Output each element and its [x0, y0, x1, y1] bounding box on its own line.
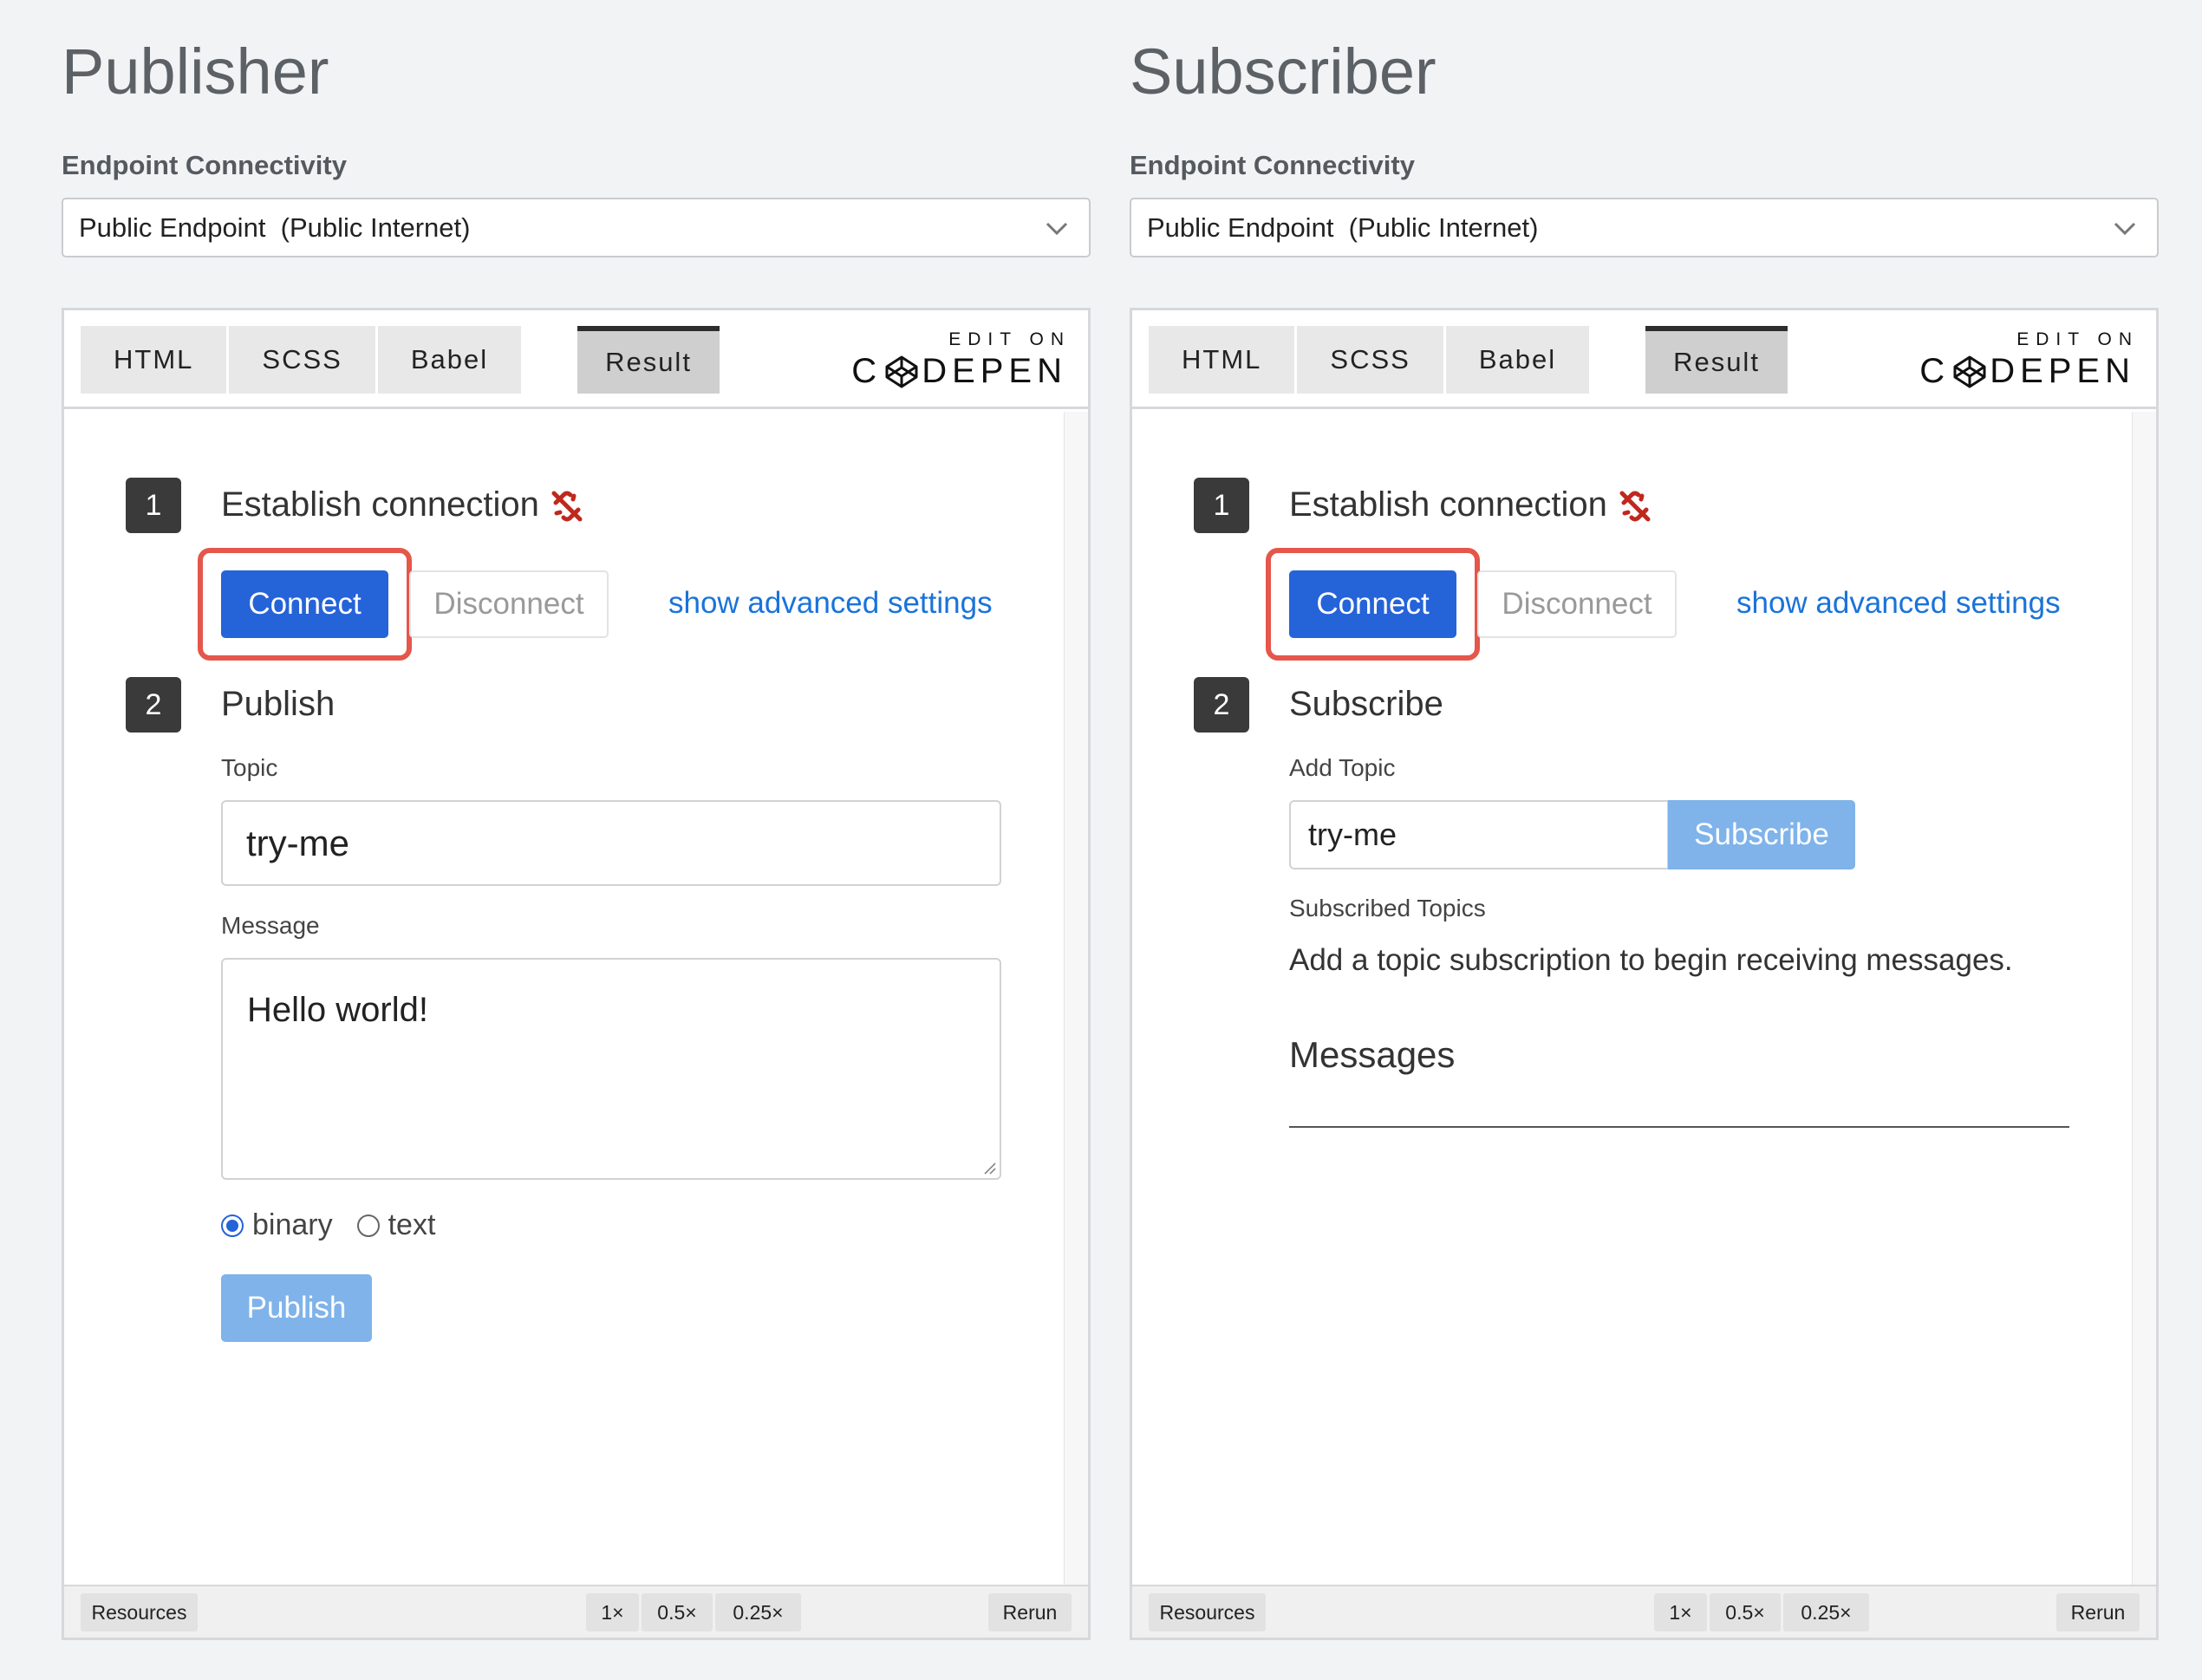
page-title: Subscriber [1130, 36, 1437, 107]
step-badge-1: 1 [1194, 478, 1249, 533]
tab-result[interactable]: Result [577, 326, 720, 394]
scrollbar[interactable] [2132, 412, 2156, 1585]
tab-babel[interactable]: Babel [1445, 326, 1590, 394]
edit-on-label: EDIT ON [2016, 329, 2139, 349]
connect-button[interactable]: Connect [1289, 570, 1456, 638]
codepen-embed: HTML SCSS Babel Result EDIT ON C DEPEN 1… [62, 308, 1091, 1640]
edit-on-label: EDIT ON [948, 329, 1071, 349]
subscribe-button[interactable]: Subscribe [1668, 800, 1855, 869]
tab-html[interactable]: HTML [1149, 326, 1295, 394]
topic-input-value: try-me [246, 822, 349, 863]
chevron-down-icon [1046, 222, 1068, 236]
rerun-button[interactable]: Rerun [988, 1593, 1072, 1631]
page-title: Publisher [62, 36, 329, 107]
step-badge-1: 1 [126, 478, 181, 533]
topic-input[interactable]: try-me [221, 800, 1001, 886]
publish-button[interactable]: Publish [221, 1274, 372, 1342]
zoom-0.25x-button[interactable]: 0.25× [1783, 1593, 1869, 1631]
resources-button[interactable]: Resources [81, 1593, 198, 1631]
zoom-0.25x-button[interactable]: 0.25× [715, 1593, 801, 1631]
scrollbar[interactable] [1064, 412, 1088, 1585]
step-title-establish: Establish connection [1289, 485, 1653, 524]
unlink-icon [1619, 491, 1651, 522]
rerun-button[interactable]: Rerun [2056, 1593, 2140, 1631]
codepen-logo-c: C [1919, 352, 1951, 390]
endpoint-select[interactable]: Public Endpoint (Public Internet) [62, 198, 1091, 257]
message-label: Message [221, 912, 320, 939]
subscribed-topics-label: Subscribed Topics [1289, 895, 1486, 921]
step-title-establish: Establish connection [221, 485, 585, 524]
codepen-footer: Resources 1× 0.5× 0.25× Rerun [1132, 1585, 2156, 1638]
codepen-logo-c: C [851, 352, 883, 390]
step-badge-2: 2 [126, 677, 181, 733]
add-topic-input-value: try-me [1308, 817, 1397, 852]
resources-button[interactable]: Resources [1149, 1593, 1266, 1631]
codepen-footer: Resources 1× 0.5× 0.25× Rerun [64, 1585, 1088, 1638]
show-advanced-settings-link[interactable]: show advanced settings [1736, 586, 2061, 621]
disconnect-button[interactable]: Disconnect [1477, 570, 1677, 638]
endpoint-select-value: Public Endpoint (Public Internet) [79, 212, 471, 243]
radio-text[interactable] [356, 1214, 380, 1237]
codepen-logo-icon [1953, 355, 1986, 387]
endpoint-label: Endpoint Connectivity [62, 150, 347, 180]
step-title-text: Establish connection [221, 485, 539, 524]
radio-text-label: text [388, 1208, 436, 1241]
edit-on-codepen-link[interactable]: EDIT ON C DEPEN [851, 329, 1067, 391]
zoom-0.5x-button[interactable]: 0.5× [1710, 1593, 1781, 1631]
empty-subscriptions-text: Add a topic subscription to begin receiv… [1289, 943, 2013, 977]
radio-binary-label: binary [252, 1208, 333, 1241]
codepen-header: HTML SCSS Babel Result EDIT ON C DEPEN [64, 310, 1088, 409]
format-radio-group: binary text [221, 1208, 435, 1242]
unlink-icon [551, 491, 583, 522]
tab-scss[interactable]: SCSS [229, 326, 375, 394]
zoom-0.5x-button[interactable]: 0.5× [642, 1593, 713, 1631]
messages-heading: Messages [1289, 1034, 1456, 1075]
zoom-1x-button[interactable]: 1× [1654, 1593, 1707, 1631]
endpoint-label: Endpoint Connectivity [1130, 150, 1415, 180]
step-badge-2: 2 [1194, 677, 1249, 733]
disconnect-button[interactable]: Disconnect [409, 570, 609, 638]
tab-babel[interactable]: Babel [377, 326, 522, 394]
zoom-1x-button[interactable]: 1× [586, 1593, 639, 1631]
step-title-publish: Publish [221, 685, 336, 723]
tab-html[interactable]: HTML [81, 326, 227, 394]
message-textarea[interactable]: Hello world! [221, 958, 1001, 1180]
codepen-embed: HTML SCSS Babel Result EDIT ON C DEPEN 1… [1130, 308, 2159, 1640]
codepen-logo-icon [885, 355, 918, 387]
tab-result[interactable]: Result [1645, 326, 1788, 394]
connect-button[interactable]: Connect [221, 570, 388, 638]
endpoint-select[interactable]: Public Endpoint (Public Internet) [1130, 198, 2159, 257]
step-title-text: Establish connection [1289, 485, 1607, 524]
topic-label: Topic [221, 754, 278, 781]
show-advanced-settings-link[interactable]: show advanced settings [668, 586, 993, 621]
codepen-logo-depen: DEPEN [922, 352, 1067, 390]
step-title-subscribe: Subscribe [1289, 685, 1443, 723]
edit-on-codepen-link[interactable]: EDIT ON C DEPEN [1919, 329, 2135, 391]
message-textarea-value: Hello world! [247, 991, 428, 1029]
radio-binary[interactable] [221, 1214, 244, 1237]
codepen-logo-depen: DEPEN [1990, 352, 2135, 390]
messages-divider [1289, 1126, 2069, 1128]
add-topic-input[interactable]: try-me [1289, 800, 1669, 869]
codepen-header: HTML SCSS Babel Result EDIT ON C DEPEN [1132, 310, 2156, 409]
add-topic-label: Add Topic [1289, 754, 1396, 781]
resize-grip-icon[interactable] [982, 1161, 996, 1175]
endpoint-select-value: Public Endpoint (Public Internet) [1147, 212, 1539, 243]
chevron-down-icon [2114, 222, 2136, 236]
tab-scss[interactable]: SCSS [1297, 326, 1443, 394]
